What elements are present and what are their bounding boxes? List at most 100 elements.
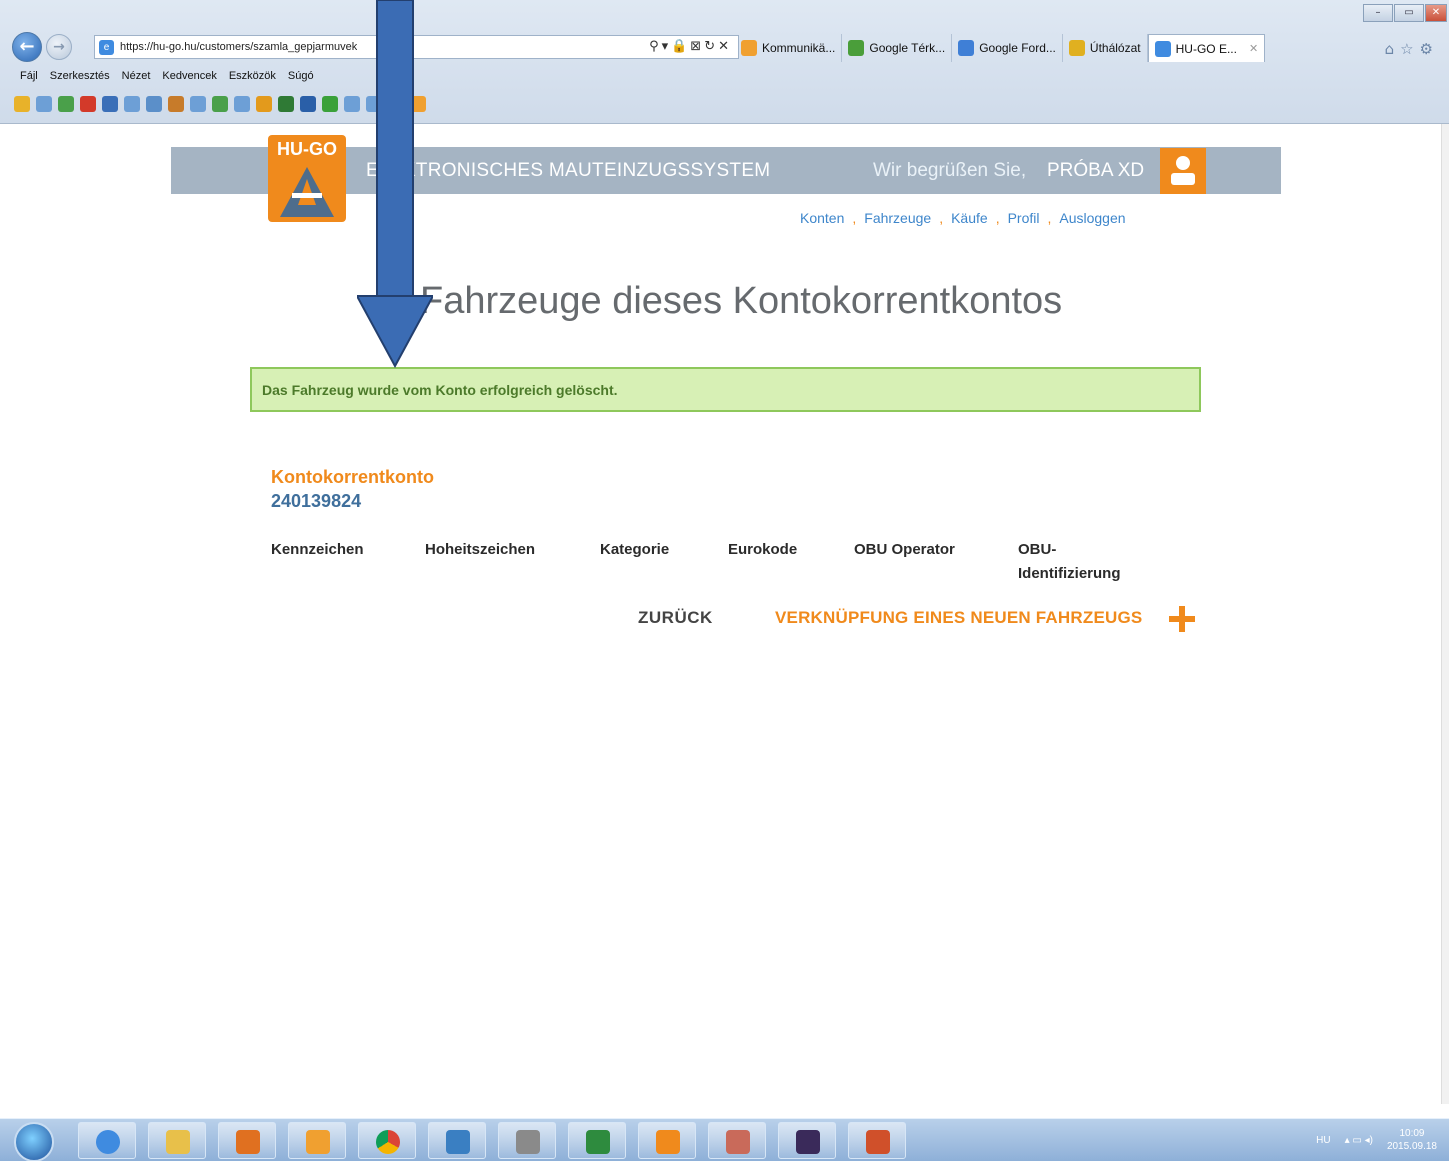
taskbar-outlook[interactable] bbox=[288, 1122, 346, 1159]
plus-icon[interactable] bbox=[1167, 604, 1197, 634]
clock[interactable]: 10:09 2015.09.18 bbox=[1387, 1127, 1437, 1153]
home-favorites-settings-icon[interactable]: ⌂☆⚙ bbox=[1385, 40, 1439, 58]
close-tab-icon[interactable]: ✕ bbox=[1249, 42, 1258, 55]
favorite-page-icon[interactable] bbox=[234, 96, 250, 112]
favorite-green-icon[interactable] bbox=[322, 96, 338, 112]
annotation-arrow-icon bbox=[357, 0, 433, 369]
vertical-scrollbar[interactable] bbox=[1441, 124, 1449, 1104]
back-button[interactable]: ZURÜCK bbox=[638, 608, 713, 628]
menu-file[interactable]: Fájl bbox=[20, 70, 38, 82]
favorite-page-icon[interactable] bbox=[168, 96, 184, 112]
nav-profil[interactable]: Profil bbox=[1008, 210, 1040, 226]
favorite-green-icon[interactable] bbox=[278, 96, 294, 112]
chrome-icon bbox=[376, 1130, 400, 1154]
taskbar-app[interactable] bbox=[708, 1122, 766, 1159]
favorite-page-icon[interactable] bbox=[190, 96, 206, 112]
logo-text: HU-GO bbox=[277, 139, 337, 159]
column-obu-identifizierung: OBU- Identifizierung bbox=[1018, 538, 1121, 586]
nav-ausloggen[interactable]: Ausloggen bbox=[1059, 210, 1125, 226]
tray-icons[interactable]: ▴ ▭ ◂) bbox=[1345, 1134, 1373, 1147]
user-avatar[interactable] bbox=[1160, 148, 1206, 194]
clock-date: 2015.09.18 bbox=[1386, 1141, 1437, 1152]
favorite-orange-icon[interactable] bbox=[256, 96, 272, 112]
taskbar-explorer[interactable] bbox=[148, 1122, 206, 1159]
menu-edit[interactable]: Szerkesztés bbox=[50, 70, 110, 82]
language-indicator[interactable]: HU bbox=[1316, 1134, 1330, 1147]
column-eurokode: Eurokode bbox=[728, 541, 798, 558]
menu-favorites[interactable]: Kedvencek bbox=[162, 70, 216, 82]
tab-favicon-icon bbox=[741, 40, 757, 56]
minimize-button[interactable]: – bbox=[1363, 4, 1393, 22]
tab-google-terkep[interactable]: Google Térk... bbox=[842, 34, 953, 62]
phone-icon bbox=[796, 1130, 820, 1154]
menu-help[interactable]: Súgó bbox=[288, 70, 314, 82]
nav-kaeufe[interactable]: Käufe bbox=[951, 210, 988, 226]
person-icon bbox=[726, 1130, 750, 1154]
window-controls: – ▭ ✕ bbox=[1363, 4, 1447, 22]
taskbar-media[interactable] bbox=[218, 1122, 276, 1159]
maximize-button[interactable]: ▭ bbox=[1394, 4, 1424, 22]
page-icon: e bbox=[99, 39, 114, 55]
menu-tools[interactable]: Eszközök bbox=[229, 70, 276, 82]
folder-icon bbox=[166, 1130, 190, 1154]
favorite-blue-icon[interactable] bbox=[300, 96, 316, 112]
favorite-star-icon[interactable] bbox=[14, 96, 30, 112]
lync-icon bbox=[446, 1130, 470, 1154]
nav-konten[interactable]: Konten bbox=[800, 210, 844, 226]
tab-favicon-icon bbox=[1154, 40, 1171, 57]
page-title: Fahrzeuge dieses Kontokorrentkontos bbox=[420, 280, 1063, 322]
address-url[interactable]: https://hu-go.hu/customers/szamla_gepjar… bbox=[120, 41, 357, 53]
ie-icon bbox=[96, 1130, 120, 1154]
tab-label: Úthálózat bbox=[1089, 41, 1141, 55]
taskbar-lync[interactable] bbox=[428, 1122, 486, 1159]
road-logo-icon bbox=[280, 167, 334, 217]
address-tools-icon[interactable]: ⚲▾🔒⊠↻✕ bbox=[649, 39, 732, 54]
column-kategorie: Kategorie bbox=[600, 541, 670, 558]
tab-hu-go[interactable]: HU-GO E... ✕ bbox=[1147, 34, 1266, 62]
favorite-green-icon[interactable] bbox=[58, 96, 74, 112]
taskbar-powerpoint[interactable] bbox=[848, 1122, 906, 1159]
favorite-green-icon[interactable] bbox=[212, 96, 228, 112]
nav-fahrzeuge[interactable]: Fahrzeuge bbox=[864, 210, 931, 226]
taskbar-chrome[interactable] bbox=[358, 1122, 416, 1159]
tab-kommunikacio[interactable]: Kommunikä... bbox=[735, 34, 843, 62]
user-navigation: Konten , Fahrzeuge , Käufe , Profil , Au… bbox=[800, 210, 1126, 226]
tab-uthalozat[interactable]: Úthálózat bbox=[1063, 34, 1148, 62]
nav-separator: , bbox=[1047, 210, 1052, 226]
account-label: Kontokorrentkonto bbox=[271, 467, 434, 487]
add-vehicle-button[interactable]: VERKNÜPFUNG EINES NEUEN FAHRZEUGS bbox=[775, 608, 1142, 628]
tab-label: Google Ford... bbox=[979, 41, 1056, 55]
tab-favicon-icon bbox=[958, 40, 975, 56]
tab-google-fordito[interactable]: Google Ford... bbox=[952, 34, 1063, 62]
user-icon bbox=[1171, 156, 1195, 185]
column-obu-line2: Identifizierung bbox=[1018, 565, 1121, 582]
browser-chrome: – ▭ ✕ ← → e https://hu-go.hu/customers/s… bbox=[0, 0, 1449, 124]
menu-view[interactable]: Nézet bbox=[122, 70, 151, 82]
success-message-box: Das Fahrzeug wurde vom Konto erfolgreich… bbox=[250, 367, 1201, 412]
forward-button[interactable]: → bbox=[46, 34, 72, 60]
favorite-page-icon[interactable] bbox=[36, 96, 52, 112]
tab-label: HU-GO E... bbox=[1175, 41, 1237, 56]
favorite-red-icon[interactable] bbox=[80, 96, 96, 112]
username[interactable]: PRÓBA XD bbox=[1047, 160, 1144, 182]
start-button[interactable] bbox=[14, 1122, 54, 1161]
excel-icon bbox=[586, 1130, 610, 1154]
close-window-button[interactable]: ✕ bbox=[1425, 4, 1447, 22]
taskbar-app[interactable] bbox=[498, 1122, 556, 1159]
tab-strip: Kommunikä... Google Térk... Google Ford.… bbox=[735, 34, 1266, 64]
favorite-arrow-icon[interactable] bbox=[102, 96, 118, 112]
taskbar-app[interactable] bbox=[638, 1122, 696, 1159]
taskbar-phone[interactable] bbox=[778, 1122, 836, 1159]
column-obu-line1: OBU- bbox=[1018, 541, 1057, 558]
taskbar: HU ▴ ▭ ◂) 10:09 2015.09.18 bbox=[0, 1118, 1449, 1161]
favorite-page-icon[interactable] bbox=[146, 96, 162, 112]
back-button[interactable]: ← bbox=[12, 32, 42, 62]
hu-go-logo[interactable]: HU-GO bbox=[268, 135, 346, 222]
tab-favicon-icon bbox=[848, 40, 865, 56]
clock-time: 10:09 bbox=[1399, 1128, 1425, 1139]
taskbar-ie[interactable] bbox=[78, 1122, 136, 1159]
favorite-page-icon[interactable] bbox=[124, 96, 140, 112]
column-kennzeichen: Kennzeichen bbox=[271, 541, 364, 558]
account-number: 240139824 bbox=[271, 491, 362, 511]
taskbar-excel[interactable] bbox=[568, 1122, 626, 1159]
